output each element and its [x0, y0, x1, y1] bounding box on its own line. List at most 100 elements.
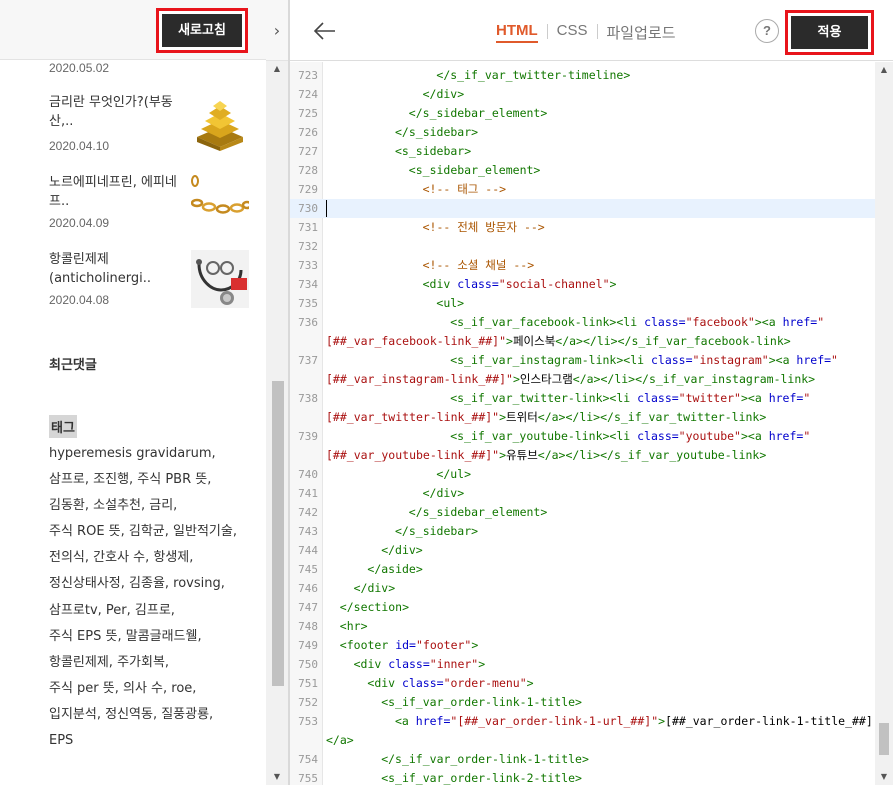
gold-chain-thumbnail [191, 173, 249, 231]
code-token: </div> [353, 581, 396, 595]
code-token: </a> [326, 733, 354, 747]
code-token: </div> [381, 543, 423, 557]
collapse-preview-chevron-icon[interactable]: › [266, 0, 288, 61]
code-line-733[interactable]: 733 <!-- 소셜 채널 --> [290, 256, 875, 275]
code-area[interactable]: 723 </s_if_var_twitter-timeline> 724 </div>… [290, 62, 875, 785]
tag-line[interactable]: 김동환, 소설추천, 금리, [49, 493, 259, 519]
code-line-738[interactable]: 738 <s_if_var_twitter-link><li class="twi… [290, 389, 875, 408]
tag-line[interactable]: 정신상태사정, 김종율, rovsing, [49, 571, 259, 597]
code-line-746[interactable]: 746 </div> [290, 579, 875, 598]
code-line-723[interactable]: 723 </s_if_var_twitter-timeline> [290, 66, 875, 85]
tab-html-label: HTML [496, 22, 538, 43]
code-line-753[interactable]: 753 <a href="[##_var_order-link-1-url_##]… [290, 712, 875, 731]
code-token: > [499, 448, 507, 462]
scroll-down-arrow-icon[interactable]: ▼ [266, 769, 288, 785]
code-token: class= [650, 353, 693, 367]
scroll-down-arrow-icon[interactable]: ▼ [875, 769, 893, 785]
tag-line[interactable]: 주식 per 뜻, 의사 수, roe, [49, 676, 259, 702]
code-line-751[interactable]: 751 <div class="order-menu"> [290, 674, 875, 693]
code-line-wrap[interactable]: [##_var_instagram-link_##]">인스타그램</a></l… [290, 370, 875, 389]
help-icon[interactable]: ? [755, 19, 779, 43]
tag-line[interactable]: hyperemesis gravidarum, [49, 441, 259, 467]
code-line-729[interactable]: 729 <!-- 태그 --> [290, 180, 875, 199]
code-token: > [740, 429, 748, 443]
code-line-736[interactable]: 736 <s_if_var_facebook-link><li class="fa… [290, 313, 875, 332]
code-line-745[interactable]: 745 </aside> [290, 560, 875, 579]
code-token: > [471, 638, 479, 652]
code-token: > [754, 315, 762, 329]
code-text: <s_if_var_youtube-link><li class="youtub… [450, 427, 810, 446]
apply-button[interactable]: 적용 [785, 10, 874, 55]
code-line-748[interactable]: 748 <hr> [290, 617, 875, 636]
blog-preview-pane: 새로고침 2020.05.02 금리란 무엇인가?(부동산,.. 2020.04… [0, 0, 266, 785]
preview-scrollbar[interactable]: ▲ ▼ [266, 61, 288, 785]
tag-line[interactable]: 전의식, 간호사 수, 항생제, [49, 545, 259, 571]
code-token: </a></li></s_if_var_instagram-link> [572, 372, 816, 386]
back-arrow-icon[interactable] [310, 16, 340, 46]
line-number: 751 [298, 677, 318, 690]
code-line-724[interactable]: 724 </div> [290, 85, 875, 104]
line-number: 750 [298, 658, 318, 671]
tag-line[interactable]: 삼프로, 조진행, 주식 PBR 뜻, [49, 467, 259, 493]
code-line-728[interactable]: 728 <s_sidebar_element> [290, 161, 875, 180]
line-number: 743 [298, 525, 318, 538]
code-token: <a [395, 714, 416, 728]
tag-line[interactable]: 입지분석, 정신역동, 질풍광룡, [49, 702, 259, 728]
code-line-wrap[interactable]: [##_var_youtube-link_##]">유튜브</a></li></… [290, 446, 875, 465]
preview-content[interactable]: 2020.05.02 금리란 무엇인가?(부동산,.. 2020.04.10 노… [0, 61, 266, 785]
refresh-button[interactable]: 새로고침 [156, 8, 248, 53]
code-line-744[interactable]: 744 </div> [290, 541, 875, 560]
code-token: </s_sidebar_element> [408, 505, 548, 519]
code-line-742[interactable]: 742 </s_sidebar_element> [290, 503, 875, 522]
tag-line[interactable]: 항콜린제제, 주가회복, [49, 650, 259, 676]
line-number: 739 [298, 430, 318, 443]
code-line-wrap[interactable]: [##_var_facebook-link_##]">페이스북</a></li>… [290, 332, 875, 351]
code-line-740[interactable]: 740 </ul> [290, 465, 875, 484]
editor-scrollbar-thumb[interactable] [879, 723, 889, 755]
code-line-735[interactable]: 735 <ul> [290, 294, 875, 313]
tag-line[interactable]: EPS [49, 728, 259, 754]
code-text: </div> [354, 579, 396, 598]
code-line-wrap[interactable]: </a> [290, 731, 875, 750]
code-token: </s_sidebar> [395, 524, 479, 538]
code-line-732[interactable]: 732 [290, 237, 875, 256]
code-line-726[interactable]: 726 </s_sidebar> [290, 123, 875, 142]
code-line-743[interactable]: 743 </s_sidebar> [290, 522, 875, 541]
code-line-750[interactable]: 750 <div class="inner"> [290, 655, 875, 674]
tag-cloud: hyperemesis gravidarum, 삼프로, 조진행, 주식 PBR … [49, 441, 259, 754]
code-line-741[interactable]: 741 </div> [290, 484, 875, 503]
code-line-749[interactable]: 749 <footer id="footer"> [290, 636, 875, 655]
code-line-731[interactable]: 731 <!-- 전체 방문자 --> [290, 218, 875, 237]
code-line-754[interactable]: 754 </s_if_var_order-link-1-title> [290, 750, 875, 769]
scroll-up-arrow-icon[interactable]: ▲ [875, 62, 893, 78]
line-number: 741 [298, 487, 318, 500]
tab-html[interactable]: HTML [496, 22, 538, 43]
code-line-730[interactable]: 730 [290, 199, 875, 218]
post-item[interactable]: 노르에피네프린, 에피네프.. 2020.04.09 [49, 173, 249, 243]
code-line-727[interactable]: 727 <s_sidebar> [290, 142, 875, 161]
line-number: 747 [298, 601, 318, 614]
code-line-734[interactable]: 734 <div class="social-channel"> [290, 275, 875, 294]
tag-line[interactable]: 주식 EPS 뜻, 말콤글래드웰, [49, 624, 259, 650]
code-text: <!-- 소셜 채널 --> [423, 256, 535, 275]
tag-line[interactable]: 주식 ROE 뜻, 김학균, 일반적기술, [49, 519, 259, 545]
code-text: <s_sidebar> [395, 142, 471, 161]
scroll-up-arrow-icon[interactable]: ▲ [266, 61, 288, 77]
code-line-747[interactable]: 747 </section> [290, 598, 875, 617]
code-line-739[interactable]: 739 <s_if_var_youtube-link><li class="you… [290, 427, 875, 446]
code-token: class= [457, 277, 499, 291]
tab-file-upload[interactable]: 파일업로드 [607, 22, 676, 43]
preview-scrollbar-thumb[interactable] [272, 381, 284, 686]
tab-css[interactable]: CSS [557, 22, 588, 39]
code-text: [##_var_facebook-link_##]">페이스북</a></li>… [326, 332, 791, 351]
tag-line[interactable]: 삼프로tv, Per, 김프로, [49, 598, 259, 624]
editor-scrollbar[interactable]: ▲ ▼ [875, 62, 893, 785]
code-line-737[interactable]: 737 <s_if_var_instagram-link><li class="i… [290, 351, 875, 370]
code-line-wrap[interactable]: [##_var_twitter-link_##]">트위터</a></li></… [290, 408, 875, 427]
code-line-755[interactable]: 755 <s_if_var_order-link-2-title> [290, 769, 875, 785]
code-line-725[interactable]: 725 </s_sidebar_element> [290, 104, 875, 123]
post-item[interactable]: 금리란 무엇인가?(부동산,.. 2020.04.10 [49, 93, 249, 163]
post-item[interactable]: 항콜린제제(anticholinergi.. 2020.04.08 [49, 250, 249, 320]
code-token: class= [388, 657, 430, 671]
code-line-752[interactable]: 752 <s_if_var_order-link-1-title> [290, 693, 875, 712]
